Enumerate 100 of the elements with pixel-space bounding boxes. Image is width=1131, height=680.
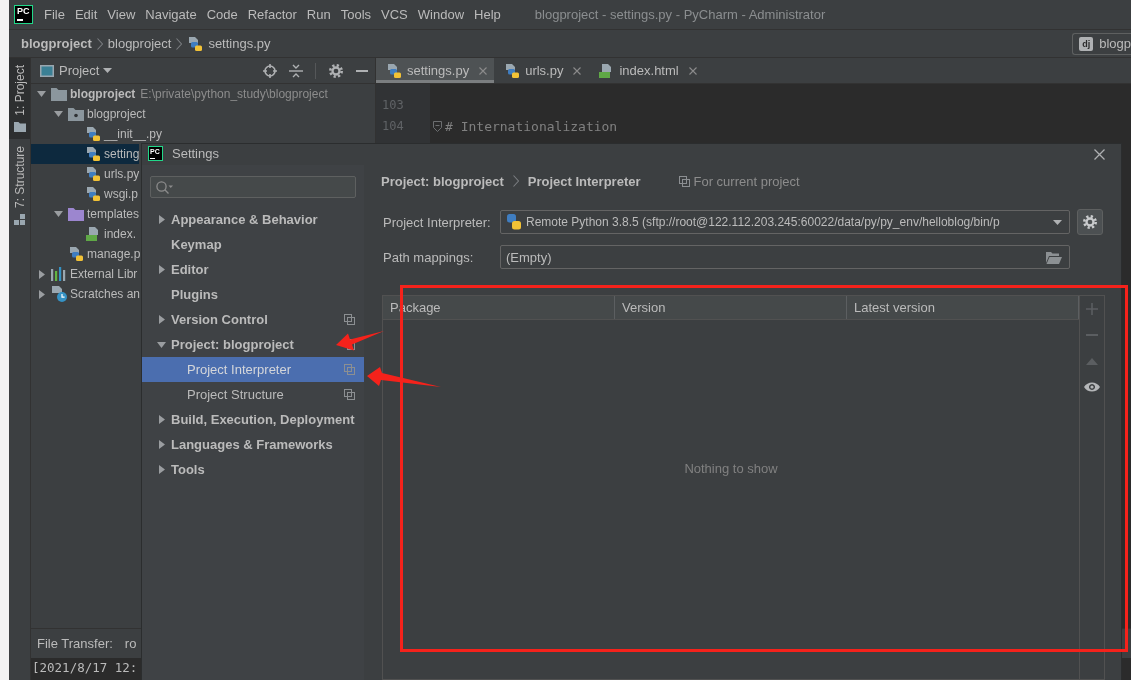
caret-right-icon[interactable] bbox=[158, 465, 165, 474]
tree-item[interactable]: External Libr bbox=[31, 264, 138, 284]
settings-nav-item[interactable]: Editor bbox=[142, 257, 364, 282]
tree-item[interactable]: blogproject E:\private\python_study\blogproject bbox=[31, 84, 328, 104]
app-logo: PC bbox=[14, 5, 33, 24]
close-icon[interactable] bbox=[479, 66, 488, 75]
menu-item[interactable]: Window bbox=[412, 0, 470, 29]
tree-item[interactable]: wsgi.p bbox=[31, 184, 138, 204]
tree-item[interactable]: manage.p bbox=[31, 244, 141, 264]
folder-icon bbox=[13, 121, 26, 132]
tree-item[interactable]: __init__.py bbox=[31, 124, 163, 144]
column-header[interactable]: Latest version bbox=[847, 296, 1079, 319]
gear-icon bbox=[1082, 214, 1098, 230]
tree-item[interactable]: blogproject bbox=[31, 104, 146, 124]
settings-button[interactable] bbox=[1077, 209, 1103, 235]
tool-window-tab[interactable]: 7: Structure bbox=[9, 138, 30, 232]
project-view-dropdown[interactable]: Project bbox=[59, 63, 113, 78]
package-folder-icon bbox=[68, 107, 84, 121]
field-label: Project Interpreter: bbox=[383, 214, 492, 230]
interpreter-dropdown[interactable]: Remote Python 3.8.5 (sftp://root@122.112.203.245:60022/data/py/py_env/helloblog/bin/p bbox=[500, 210, 1070, 234]
python-file-icon bbox=[386, 62, 402, 79]
python-file-icon bbox=[68, 246, 84, 262]
search-field[interactable] bbox=[150, 176, 356, 198]
settings-nav-item[interactable]: Plugins bbox=[142, 282, 364, 307]
menu-item[interactable]: Navigate bbox=[140, 0, 202, 29]
caret-down-icon[interactable] bbox=[54, 111, 63, 117]
folder-icon bbox=[51, 87, 67, 101]
settings-nav-item[interactable]: Project Interpreter bbox=[142, 357, 364, 382]
settings-nav-item[interactable]: Version Control bbox=[142, 307, 364, 332]
copy-icon bbox=[678, 175, 690, 187]
python-file-icon bbox=[85, 186, 101, 202]
breadcrumb-item[interactable]: Project Interpreter bbox=[527, 173, 641, 189]
annotation-arrow bbox=[336, 331, 384, 351]
dropdown-arrow-icon bbox=[103, 68, 113, 73]
settings-nav-item[interactable]: Project Structure bbox=[142, 382, 364, 407]
menu-item[interactable]: Refactor bbox=[242, 0, 302, 29]
folder-open-icon[interactable] bbox=[1046, 250, 1062, 264]
fold-marker-icon[interactable] bbox=[433, 121, 442, 132]
breadcrumb-item[interactable]: Project: blogproject bbox=[381, 173, 504, 189]
menu-item[interactable]: VCS bbox=[376, 0, 413, 29]
path-mappings-field[interactable]: (Empty) bbox=[500, 245, 1070, 269]
python-file-icon bbox=[504, 62, 521, 79]
field-label: Path mappings: bbox=[383, 249, 475, 265]
editor-tab[interactable]: urls.py bbox=[494, 58, 589, 83]
column-header[interactable]: Version bbox=[615, 296, 847, 319]
caret-down-icon[interactable] bbox=[157, 341, 166, 348]
settings-nav-item[interactable]: Tools bbox=[142, 457, 364, 482]
menu-item[interactable]: Code bbox=[201, 0, 243, 29]
eye-icon[interactable] bbox=[1084, 382, 1100, 392]
crosshair-icon[interactable] bbox=[263, 63, 277, 78]
close-icon[interactable] bbox=[573, 66, 582, 75]
run-configuration-button[interactable]: dj blogp bbox=[1072, 32, 1131, 55]
caret-right-icon[interactable] bbox=[38, 269, 45, 279]
connection-tab[interactable]: ro bbox=[124, 636, 137, 651]
tree-item[interactable]: setting bbox=[31, 144, 140, 164]
close-icon[interactable] bbox=[688, 66, 697, 75]
log-line: [2021/8/17 12: bbox=[32, 660, 138, 675]
caret-right-icon[interactable] bbox=[158, 415, 165, 424]
menu-item[interactable]: Edit bbox=[69, 0, 103, 29]
breadcrumb-item[interactable]: blogproject bbox=[107, 36, 172, 51]
library-bars-icon bbox=[51, 267, 67, 281]
caret-right-icon[interactable] bbox=[158, 315, 165, 324]
collapse-all-icon[interactable] bbox=[289, 63, 303, 78]
scratch-file-icon bbox=[51, 286, 67, 302]
caret-right-icon[interactable] bbox=[158, 265, 165, 274]
minus-icon[interactable] bbox=[356, 69, 368, 72]
python-file-icon bbox=[85, 126, 101, 142]
menu-item[interactable]: Tools bbox=[335, 0, 377, 29]
structure-icon bbox=[14, 213, 25, 225]
breadcrumb-item[interactable]: blogproject bbox=[21, 36, 92, 51]
tree-item[interactable]: templates bbox=[31, 204, 140, 224]
menu-item[interactable]: Run bbox=[301, 0, 336, 29]
tree-item[interactable]: urls.py bbox=[31, 164, 140, 184]
python-file-icon bbox=[187, 35, 204, 52]
caret-down-icon[interactable] bbox=[37, 91, 46, 97]
breadcrumb-item[interactable]: settings.py bbox=[187, 35, 271, 52]
html-file-icon bbox=[85, 226, 101, 242]
caret-right-icon[interactable] bbox=[158, 215, 165, 224]
settings-nav-item[interactable]: Languages & Frameworks bbox=[142, 432, 364, 457]
caret-right-icon[interactable] bbox=[38, 289, 45, 299]
letter-badge: dj bbox=[1079, 36, 1094, 51]
tool-window-tab[interactable]: 1: Project bbox=[9, 58, 30, 139]
window-title: blogproject - settings.py - PyCharm - Administrator bbox=[534, 7, 826, 22]
chevron-right-icon bbox=[96, 37, 103, 50]
settings-nav-item[interactable]: Appearance & Behavior bbox=[142, 207, 364, 232]
caret-right-icon[interactable] bbox=[158, 440, 165, 449]
menu-item[interactable]: File bbox=[39, 0, 70, 29]
settings-nav-item[interactable]: Keymap bbox=[142, 232, 364, 257]
editor-tab[interactable]: index.html bbox=[588, 58, 704, 83]
editor-tab[interactable]: settings.py bbox=[376, 58, 495, 83]
caret-down-icon[interactable] bbox=[54, 211, 63, 217]
settings-nav-item[interactable]: Build, Execution, Deployment bbox=[142, 407, 364, 432]
close-icon[interactable] bbox=[1094, 149, 1105, 160]
menu-item[interactable]: Help bbox=[469, 0, 506, 29]
tree-item[interactable]: index. bbox=[31, 224, 137, 244]
dialog-title: Settings bbox=[172, 146, 219, 161]
search-icon bbox=[156, 180, 173, 194]
menu-item[interactable]: View bbox=[102, 0, 141, 29]
tree-item[interactable]: Scratches an bbox=[31, 284, 141, 304]
gear-icon[interactable] bbox=[328, 62, 344, 79]
